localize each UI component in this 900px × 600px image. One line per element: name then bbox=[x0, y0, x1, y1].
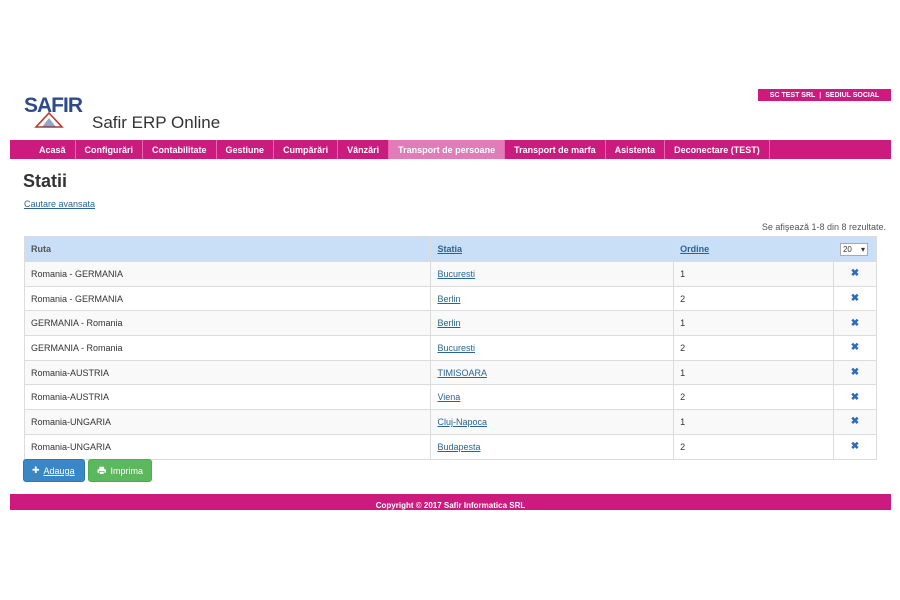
cell-ruta: Romania-UNGARIA bbox=[23, 433, 432, 460]
nav-item-deconectare[interactable]: Deconectare (TEST) bbox=[665, 140, 770, 159]
statia-link[interactable]: Bucuresti bbox=[437, 269, 475, 279]
printer-icon bbox=[97, 466, 107, 475]
add-button-label: Adauga bbox=[43, 465, 75, 476]
table-row: Romania-AUSTRIA TIMISOARA 1 ✖ bbox=[23, 359, 878, 386]
cell-ruta: Romania - GERMANIA bbox=[23, 285, 432, 312]
cell-statia: Berlin bbox=[430, 285, 675, 312]
nav-item-acasa[interactable]: Acasă bbox=[30, 140, 76, 159]
footer: Copyright © 2017 Safir Informatica SRL bbox=[10, 494, 891, 510]
cell-ordine: 1 bbox=[673, 359, 834, 386]
delete-icon[interactable]: ✖ bbox=[832, 310, 878, 337]
add-button[interactable]: ✚ Adauga bbox=[23, 459, 85, 482]
cell-ruta: Romania-AUSTRIA bbox=[23, 359, 432, 386]
column-header-ordine: Ordine bbox=[673, 236, 834, 262]
chevron-down-icon: ▾ bbox=[860, 244, 865, 254]
nav-item-transport-marfa[interactable]: Transport de marfa bbox=[505, 140, 606, 159]
sort-ordine-link[interactable]: Ordine bbox=[680, 244, 709, 254]
table-row: GERMANIA - Romania Bucuresti 2 ✖ bbox=[23, 335, 878, 361]
office-link[interactable]: SEDIUL SOCIAL bbox=[825, 92, 879, 99]
table-row: Romania-AUSTRIA Viena 2 ✖ bbox=[23, 384, 878, 411]
cell-ruta: Romania - GERMANIA bbox=[23, 261, 432, 287]
nav-item-asistenta[interactable]: Asistenta bbox=[606, 140, 666, 159]
cell-ordine: 1 bbox=[673, 310, 834, 337]
table-row: Romania-UNGARIA Cluj-Napoca 1 ✖ bbox=[23, 409, 878, 435]
cell-statia: Berlin bbox=[430, 310, 675, 337]
table-row: GERMANIA - Romania Berlin 1 ✖ bbox=[23, 310, 878, 337]
column-header-page-size: 20 ▾ bbox=[832, 236, 878, 262]
table-row: Romania - GERMANIA Bucuresti 1 ✖ bbox=[23, 261, 878, 287]
table-row: Romania-UNGARIA Budapesta 2 ✖ bbox=[23, 433, 878, 460]
cell-statia: Cluj-Napoca bbox=[430, 409, 675, 435]
column-header-statia: Statia bbox=[430, 236, 675, 262]
delete-icon[interactable]: ✖ bbox=[832, 285, 878, 312]
statia-link[interactable]: Viena bbox=[437, 392, 460, 402]
logo-mark-icon bbox=[34, 112, 64, 128]
statia-link[interactable]: TIMISOARA bbox=[437, 368, 487, 378]
cell-statia: Bucuresti bbox=[430, 335, 675, 361]
cell-ruta: GERMANIA - Romania bbox=[23, 335, 432, 361]
statia-link[interactable]: Berlin bbox=[437, 318, 460, 328]
company-bar: SC TEST SRL | SEDIUL SOCIAL bbox=[758, 89, 891, 101]
nav-item-cumparari[interactable]: Cumpărări bbox=[274, 140, 339, 159]
delete-icon[interactable]: ✖ bbox=[832, 335, 878, 361]
cell-ruta: Romania-AUSTRIA bbox=[23, 384, 432, 411]
table-row: Romania - GERMANIA Berlin 2 ✖ bbox=[23, 285, 878, 312]
print-button[interactable]: Imprima bbox=[88, 459, 152, 482]
page-title: Statii bbox=[23, 171, 68, 191]
statia-link[interactable]: Budapesta bbox=[437, 442, 480, 452]
delete-icon[interactable]: ✖ bbox=[832, 261, 878, 287]
nav-item-configurari[interactable]: Configurări bbox=[76, 140, 144, 159]
nav-item-vanzari[interactable]: Vânzări bbox=[338, 140, 390, 159]
cell-ordine: 1 bbox=[673, 409, 834, 435]
cell-ordine: 2 bbox=[673, 433, 834, 460]
cell-ruta: Romania-UNGARIA bbox=[23, 409, 432, 435]
plus-icon: ✚ bbox=[32, 465, 40, 475]
statia-link[interactable]: Berlin bbox=[437, 294, 460, 304]
delete-icon[interactable]: ✖ bbox=[832, 384, 878, 411]
company-name-link[interactable]: SC TEST SRL bbox=[770, 92, 816, 99]
cell-ruta: GERMANIA - Romania bbox=[23, 310, 432, 337]
cell-statia: Bucuresti bbox=[430, 261, 675, 287]
cell-statia: Budapesta bbox=[430, 433, 675, 460]
delete-icon[interactable]: ✖ bbox=[832, 433, 878, 460]
cell-statia: TIMISOARA bbox=[430, 359, 675, 386]
sort-statia-link[interactable]: Statia bbox=[437, 244, 462, 254]
table-header-row: Ruta Statia Ordine 20 ▾ bbox=[23, 236, 878, 262]
cell-ordine: 2 bbox=[673, 335, 834, 361]
column-header-ruta: Ruta bbox=[23, 236, 432, 262]
delete-icon[interactable]: ✖ bbox=[832, 409, 878, 435]
nav-item-gestiune[interactable]: Gestiune bbox=[217, 140, 275, 159]
statia-link[interactable]: Bucuresti bbox=[437, 343, 475, 353]
nav-item-transport-persoane[interactable]: Transport de persoane bbox=[389, 140, 506, 159]
safir-logo[interactable]: SAFIR bbox=[24, 95, 86, 130]
cell-statia: Viena bbox=[430, 384, 675, 411]
statia-link[interactable]: Cluj-Napoca bbox=[437, 417, 487, 427]
cell-ordine: 1 bbox=[673, 261, 834, 287]
app-title: Safir ERP Online bbox=[92, 113, 221, 132]
cell-ordine: 2 bbox=[673, 384, 834, 411]
page-size-value: 20 bbox=[842, 244, 852, 254]
cell-ordine: 2 bbox=[673, 285, 834, 312]
results-summary: Se afişează 1-8 din 8 rezultate. bbox=[761, 222, 886, 232]
page-size-select[interactable]: 20 ▾ bbox=[839, 242, 868, 256]
delete-icon[interactable]: ✖ bbox=[832, 359, 878, 386]
statii-table: Ruta Statia Ordine 20 ▾ Romania - GERMANI… bbox=[23, 236, 878, 460]
company-bar-separator: | bbox=[819, 91, 822, 99]
nav-item-contabilitate[interactable]: Contabilitate bbox=[143, 140, 217, 159]
advanced-search-link[interactable]: Cautare avansata bbox=[24, 199, 95, 209]
main-navbar: Acasă Configurări Contabilitate Gestiune… bbox=[10, 140, 891, 159]
print-button-label: Imprima bbox=[110, 465, 143, 476]
